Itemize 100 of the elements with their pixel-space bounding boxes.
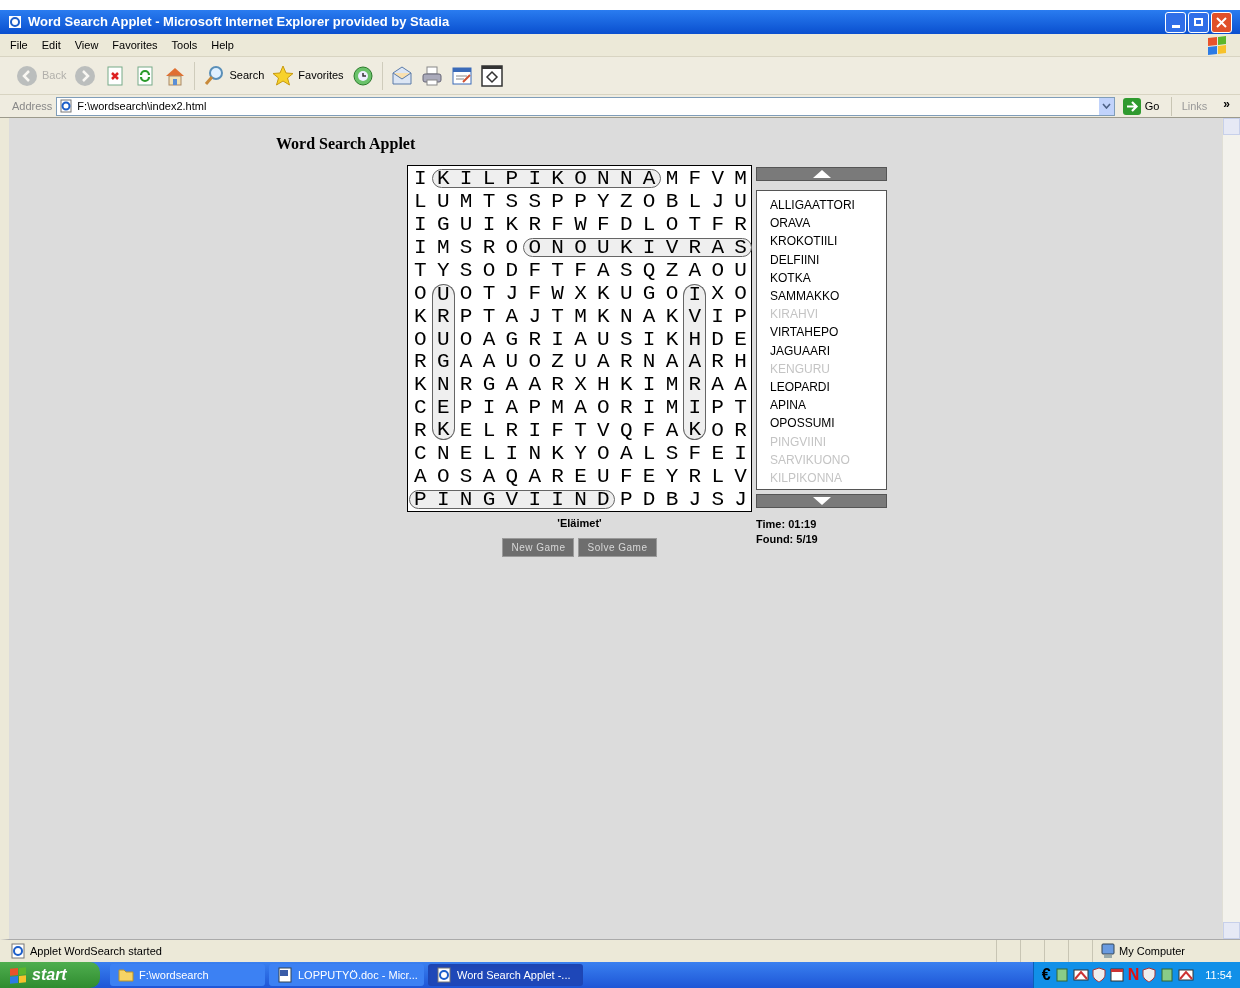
- dropdown-button[interactable]: [1098, 97, 1114, 115]
- address-field[interactable]: F:\wordsearch\index2.html: [56, 96, 1115, 116]
- grid-letters[interactable]: R: [409, 419, 432, 443]
- grid-letters[interactable]: AOSAQAREUFEYRLV: [409, 465, 753, 489]
- tray-icon[interactable]: [1072, 967, 1089, 983]
- grid-letters[interactable]: TYSODFTFASQZAOU: [409, 258, 753, 282]
- shield-icon[interactable]: [1142, 967, 1157, 983]
- computer-icon: [1101, 943, 1115, 959]
- grid-letters[interactable]: DE: [706, 327, 752, 351]
- found-letter[interactable]: U: [431, 327, 455, 351]
- taskbar-button[interactable]: F:\wordsearch: [110, 964, 265, 986]
- grid-letters[interactable]: OR: [706, 419, 752, 443]
- grid-letters[interactable]: IP: [706, 304, 752, 328]
- restore-button[interactable]: [1188, 11, 1209, 33]
- grid-letters[interactable]: I: [409, 167, 432, 190]
- menu-item[interactable]: Help: [211, 36, 234, 54]
- grid-letters[interactable]: AA: [706, 373, 752, 397]
- solve-game-button[interactable]: Solve Game: [578, 537, 657, 557]
- grid-letters[interactable]: PIAPMAORIM: [454, 396, 684, 420]
- more-links-button[interactable]: »: [1211, 95, 1240, 113]
- arrow-right-icon: [1122, 97, 1141, 115]
- grid-letters[interactable]: MFVM: [660, 167, 752, 190]
- found-word[interactable]: KILPIKONNA: [431, 169, 661, 188]
- grid-letters[interactable]: PTAJTMKNAK: [454, 304, 684, 328]
- grid-letters[interactable]: ELRIFTVQFA: [454, 419, 684, 443]
- grid-letters[interactable]: RGAARXHKIM: [454, 373, 684, 397]
- menu-item[interactable]: Tools: [171, 36, 198, 54]
- browser-icon: [436, 967, 452, 983]
- clock-text: 11:54: [1205, 967, 1232, 983]
- letter-grid[interactable]: [407, 165, 752, 512]
- document-icon: [277, 967, 293, 983]
- found-letter[interactable]: H: [683, 327, 707, 351]
- grid-letters[interactable]: O: [409, 281, 432, 305]
- tray-icon[interactable]: [1178, 967, 1195, 983]
- menu-item[interactable]: File: [10, 36, 28, 54]
- scroll-up-button[interactable]: [756, 167, 887, 181]
- found-letter[interactable]: K: [683, 419, 707, 441]
- found-letter[interactable]: I: [683, 283, 707, 305]
- taskbar-button[interactable]: LOPPUTYÖ.doc - Micr...: [269, 964, 424, 986]
- window-icon: [480, 64, 503, 87]
- page-icon: [10, 943, 26, 959]
- grid-letters[interactable]: XO: [706, 281, 752, 305]
- grid-letters[interactable]: C: [409, 396, 432, 420]
- found-letter[interactable]: U: [431, 283, 455, 305]
- found-letter[interactable]: N: [431, 373, 455, 397]
- grid-letters[interactable]: IMSRO: [409, 235, 524, 259]
- grid-letters[interactable]: LUMTSSPPYZOBLJU: [409, 190, 753, 213]
- menu-item[interactable]: View: [74, 36, 99, 54]
- grid-letters[interactable]: RH: [706, 350, 752, 374]
- clock-icon: [351, 64, 374, 87]
- found-letter[interactable]: A: [683, 350, 707, 374]
- found-letter[interactable]: R: [683, 373, 707, 397]
- word-list-item: KROKOTIILI: [770, 233, 839, 251]
- up-arrow-icon: [812, 170, 831, 178]
- found-word[interactable]: ONOUKIVRAS: [523, 237, 753, 257]
- grid-letters[interactable]: O: [409, 327, 432, 351]
- go-button[interactable]: Go: [1118, 96, 1167, 116]
- timer-text: Time: 01:19: [756, 517, 818, 532]
- word-list-item: KOTKA: [770, 269, 812, 287]
- shield-icon[interactable]: [1091, 967, 1106, 983]
- edit-icon: [450, 64, 473, 87]
- favorites-button[interactable]: Favorites: [272, 60, 344, 91]
- found-word[interactable]: PINGVIIND: [409, 490, 615, 510]
- taskbar-button[interactable]: Word Search Applet -...: [428, 964, 583, 986]
- tray-icon[interactable]: [1108, 967, 1125, 983]
- grid-letters[interactable]: K: [409, 373, 432, 397]
- found-letter[interactable]: E: [431, 396, 455, 420]
- found-letter[interactable]: K: [431, 419, 455, 441]
- grid-letters[interactable]: CNELINKYOALSFEI: [409, 442, 753, 466]
- status-text: Applet WordSearch started: [30, 943, 162, 959]
- windows-logo-icon: [10, 966, 26, 984]
- forward-icon: [74, 64, 97, 87]
- grid-letters[interactable]: PT: [706, 396, 752, 420]
- minimize-button[interactable]: [1165, 11, 1186, 33]
- printer-icon: [420, 64, 443, 87]
- grid-letters[interactable]: OTJFWXKUGO: [454, 281, 684, 305]
- word-list-item: ORAVA: [770, 215, 812, 233]
- found-letter[interactable]: I: [683, 396, 707, 420]
- scroll-down-button[interactable]: [756, 494, 887, 508]
- tray-glyph[interactable]: €: [1041, 967, 1051, 983]
- folder-icon: [118, 967, 134, 983]
- menu-item[interactable]: Edit: [41, 36, 61, 54]
- grid-letters[interactable]: AAUOZUARNA: [454, 350, 684, 374]
- close-button[interactable]: [1211, 11, 1232, 33]
- grid-letters[interactable]: R: [409, 350, 432, 374]
- grid-letters[interactable]: K: [409, 304, 432, 328]
- found-letter[interactable]: V: [683, 304, 707, 328]
- windows-logo-icon: [1208, 35, 1226, 55]
- grid-letters[interactable]: OAGRIAUSIK: [454, 327, 684, 351]
- search-button[interactable]: Search: [203, 60, 265, 91]
- envelope-icon: [390, 64, 413, 87]
- grid-letters[interactable]: PDBJSJ: [614, 488, 753, 512]
- found-letter[interactable]: G: [431, 350, 455, 374]
- found-letter[interactable]: R: [431, 304, 455, 328]
- word-list-item: PINGVIINI: [770, 433, 827, 451]
- grid-letters[interactable]: IGUIKRFWFDLOTFR: [409, 212, 753, 236]
- menu-item[interactable]: Favorites: [112, 36, 158, 54]
- vertical-scrollbar[interactable]: [1222, 118, 1240, 939]
- new-game-button[interactable]: New Game: [502, 537, 575, 557]
- word-list-item: KENGURU: [770, 360, 831, 378]
